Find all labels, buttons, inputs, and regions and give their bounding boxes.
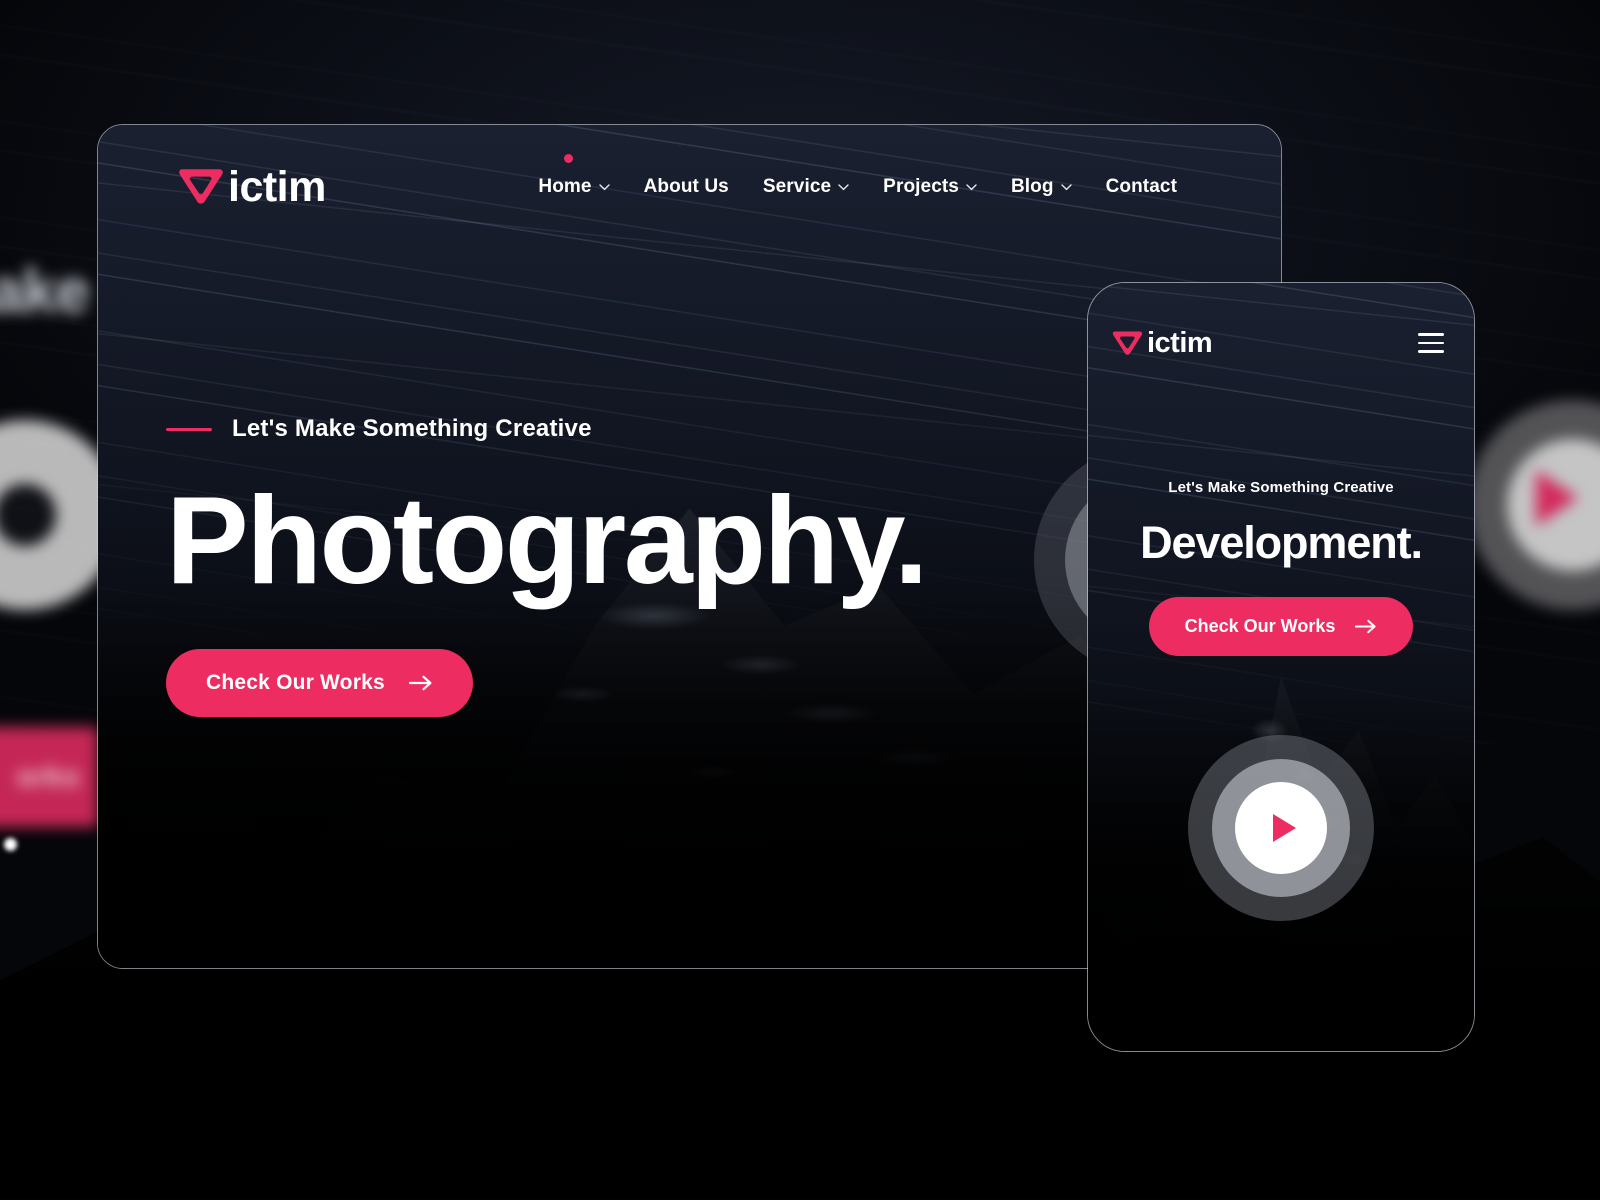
- desktop-check-our-works-button[interactable]: Check Our Works: [166, 649, 473, 717]
- chevron-down-icon: [598, 183, 610, 190]
- phone-play-button[interactable]: [1188, 735, 1374, 921]
- phone-check-our-works-button[interactable]: Check Our Works: [1148, 597, 1414, 656]
- chevron-down-icon: [966, 183, 977, 190]
- screenshot-stage: Make orks ictim: [0, 0, 1600, 1200]
- hamburger-line: [1418, 350, 1444, 353]
- desktop-hero-eyebrow: Let's Make Something Creative: [232, 415, 592, 442]
- desktop-header: ictim Home About Us Service Projects Blo…: [98, 125, 1281, 249]
- eyebrow-dash-icon: [166, 427, 212, 431]
- hamburger-line: [1418, 333, 1444, 336]
- desktop-cta-label: Check Our Works: [206, 671, 385, 694]
- phone-logo-text: ictim: [1147, 326, 1213, 359]
- nav-item-home-label: Home: [538, 176, 592, 197]
- phone-header: ictim: [1088, 283, 1474, 403]
- nav-item-home[interactable]: Home: [538, 154, 610, 204]
- nav-item-contact[interactable]: Contact: [1106, 170, 1177, 204]
- victim-v-logo-icon: [179, 169, 223, 204]
- phone-hero-eyebrow: Let's Make Something Creative: [1168, 479, 1394, 496]
- hamburger-menu-icon[interactable]: [1418, 333, 1444, 353]
- nav-item-blog[interactable]: Blog: [1011, 170, 1072, 204]
- phone-cta-label: Check Our Works: [1184, 616, 1336, 636]
- nav-item-service[interactable]: Service: [763, 170, 849, 204]
- phone-logo[interactable]: ictim: [1112, 326, 1213, 359]
- desktop-logo-text: ictim: [228, 162, 326, 211]
- play-triangle-icon: [1272, 814, 1296, 842]
- nav-item-service-label: Service: [762, 176, 832, 197]
- nav-item-about-us[interactable]: About Us: [644, 170, 729, 204]
- nav-item-contact-label: Contact: [1105, 176, 1177, 197]
- victim-v-logo-icon: [1112, 331, 1143, 355]
- arrow-right-icon: [408, 675, 432, 691]
- nav-item-projects-label: Projects: [883, 176, 959, 197]
- backdrop-ghost-dot: [4, 838, 17, 851]
- hamburger-line: [1418, 341, 1444, 345]
- phone-mockup-frame: ictim Let's Make Something Creative Deve…: [1087, 282, 1475, 1052]
- nav-item-about-us-label: About Us: [643, 176, 729, 197]
- desktop-navigation: Home About Us Service Projects Blog Cont…: [538, 154, 1177, 204]
- nav-item-projects[interactable]: Projects: [883, 170, 977, 204]
- chevron-down-icon: [838, 183, 849, 190]
- phone-hero-title: Development.: [1140, 517, 1423, 568]
- desktop-hero: Let's Make Something Creative Photograph…: [166, 415, 1046, 717]
- desktop-hero-title: Photography.: [166, 472, 928, 610]
- backdrop-ghost-play-triangle-icon: [1536, 470, 1578, 526]
- chevron-down-icon: [1060, 183, 1072, 190]
- play-ring-middle: [1212, 759, 1350, 897]
- phone-hero: Let's Make Something Creative Developmen…: [1088, 479, 1474, 656]
- desktop-logo[interactable]: ictim: [178, 162, 326, 211]
- arrow-right-icon: [1355, 619, 1376, 634]
- play-ring-inner: [1235, 782, 1327, 874]
- nav-item-blog-label: Blog: [1010, 176, 1054, 197]
- nav-active-dot-icon: [564, 154, 574, 163]
- desktop-hero-eyebrow-row: Let's Make Something Creative: [166, 415, 1046, 443]
